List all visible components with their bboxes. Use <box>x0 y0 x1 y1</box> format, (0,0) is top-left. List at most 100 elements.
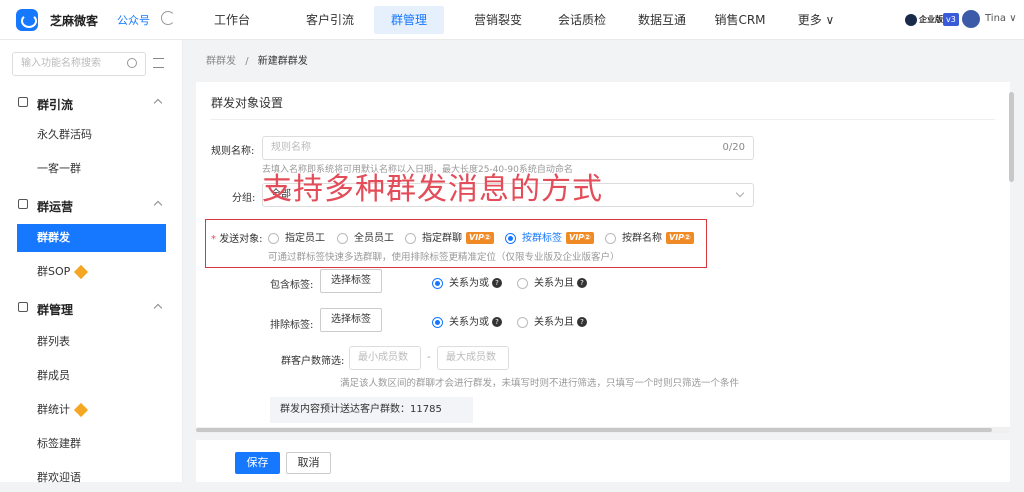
user-menu[interactable]: Tina ∨ <box>985 13 1017 24</box>
sidebar-item-group-list[interactable]: 群列表 <box>17 328 166 356</box>
option-label: 关系为或 <box>449 278 489 289</box>
main-nav: 工作台 客户引流 群管理 营销裂变 会话质检 数据互通 销售CRM 更多 ∨ <box>196 0 841 40</box>
radio-checked-icon <box>432 316 443 328</box>
estimate-box: 群发内容预计送达客户群数：11785 <box>270 397 473 423</box>
chevron-down-icon <box>735 188 745 198</box>
sidebar-item-tag-group[interactable]: 标签建群 <box>17 430 166 458</box>
sidebar-group-group-management[interactable]: 群管理 <box>0 293 183 323</box>
sidebar-group-label: 群管理 <box>37 303 74 317</box>
option-by-group-name[interactable]: 按群名称 VIP② <box>605 229 694 244</box>
search-icon[interactable] <box>127 58 137 68</box>
exclude-relation-and[interactable]: 关系为且? <box>517 313 587 328</box>
section-title: 群发对象设置 <box>211 96 284 110</box>
nav-more[interactable]: 更多 ∨ <box>791 0 841 40</box>
rule-name-input[interactable]: 规则名称 0/20 <box>262 136 754 160</box>
exclude-tag-label: 排除标签: <box>270 320 314 331</box>
option-label: 指定员工 <box>285 233 325 244</box>
option-label: 关系为且 <box>534 278 574 289</box>
radio-icon <box>337 232 348 244</box>
member-count-label: 群客户数筛选: <box>281 356 345 367</box>
send-target-label: * 发送对象: <box>211 230 263 245</box>
breadcrumb-separator: / <box>245 56 249 67</box>
search-input[interactable]: 输入功能名称搜索 <box>12 52 146 76</box>
option-specified-staff[interactable]: 指定员工 <box>268 229 325 244</box>
range-dash: - <box>427 352 431 363</box>
user-icon <box>18 97 28 107</box>
option-specified-group[interactable]: 指定群聊 VIP② <box>405 229 494 244</box>
nav-customer-acquisition[interactable]: 客户引流 <box>294 0 366 40</box>
collapse-sidebar-icon[interactable] <box>153 58 164 68</box>
radio-icon <box>268 232 279 244</box>
chevron-up-icon <box>153 98 163 108</box>
help-icon[interactable]: ? <box>577 317 587 327</box>
app-logo-icon <box>16 9 38 31</box>
scrollbar-thumb[interactable] <box>1009 92 1014 182</box>
nav-workbench[interactable]: 工作台 <box>196 0 268 40</box>
option-label: 全员员工 <box>354 233 394 244</box>
search-placeholder: 输入功能名称搜索 <box>21 58 101 69</box>
sidebar-item-group-stats[interactable]: 群统计 <box>17 396 166 424</box>
avatar[interactable] <box>962 10 980 28</box>
sidebar-group-label: 群引流 <box>37 98 74 112</box>
required-mark: * <box>211 234 216 245</box>
group-label: 分组: <box>232 193 256 204</box>
vip-badge: VIP② <box>466 232 494 244</box>
min-members-input[interactable]: 最小成员数 <box>349 346 421 370</box>
include-relation-or[interactable]: 关系为或? <box>432 274 502 289</box>
radio-icon <box>517 277 528 289</box>
rule-name-label: 规则名称: <box>211 146 255 157</box>
sidebar-item-one-customer-one-group[interactable]: 一客一群 <box>17 155 166 183</box>
vip-gem-icon <box>74 264 89 280</box>
scrollbar-thumb[interactable] <box>196 428 992 432</box>
radio-icon <box>517 316 528 328</box>
include-relation-and[interactable]: 关系为且? <box>517 274 587 289</box>
nav-session-qc[interactable]: 会话质检 <box>552 0 612 40</box>
sidebar-item-permanent-qrcode[interactable]: 永久群活码 <box>17 121 166 149</box>
cancel-button[interactable]: 取消 <box>286 452 331 474</box>
include-tag-label: 包含标签: <box>270 280 314 291</box>
sidebar-item-group-broadcast[interactable]: 群群发 <box>17 224 166 252</box>
top-bar: 芝麻微客 公众号 工作台 客户引流 群管理 营销裂变 会话质检 数据互通 销售C… <box>0 0 1024 40</box>
option-label: 按群标签 <box>522 233 562 244</box>
sidebar: 输入功能名称搜索 群引流 永久群活码 一客一群 群运营 群群发 群SOP 群管理… <box>0 40 183 484</box>
nav-sales-crm[interactable]: 销售CRM <box>709 0 771 40</box>
radio-checked-icon <box>432 277 443 289</box>
vip-badge: VIP② <box>666 232 694 244</box>
sidebar-item-group-members[interactable]: 群成员 <box>17 362 166 390</box>
save-button[interactable]: 保存 <box>235 452 280 474</box>
help-icon[interactable]: ? <box>492 317 502 327</box>
option-all-staff[interactable]: 全员员工 <box>337 229 394 244</box>
char-counter: 0/20 <box>722 142 745 153</box>
chevron-up-icon <box>153 200 163 210</box>
option-label: 按群名称 <box>622 233 662 244</box>
nav-data-sync[interactable]: 数据互通 <box>632 0 692 40</box>
nav-group-management[interactable]: 群管理 <box>374 6 444 34</box>
help-icon[interactable]: ? <box>492 278 502 288</box>
exclude-relation-or[interactable]: 关系为或? <box>432 313 502 328</box>
radio-icon <box>605 232 616 244</box>
nav-marketing-fission[interactable]: 营销裂变 <box>468 0 528 40</box>
sidebar-group-group-acquisition[interactable]: 群引流 <box>0 88 183 118</box>
sidebar-item-group-sop[interactable]: 群SOP <box>17 258 166 286</box>
account-switch-link[interactable]: 公众号 <box>117 12 150 28</box>
option-by-group-tag[interactable]: 按群标签 VIP② <box>505 229 594 244</box>
group-manage-icon <box>18 302 28 312</box>
exclude-tag-select-button[interactable]: 选择标签 <box>320 308 382 332</box>
promo-overlay-text: 支持多种群发消息的方式 <box>262 172 603 207</box>
include-tag-select-button[interactable]: 选择标签 <box>320 269 382 293</box>
horizontal-scrollbar[interactable] <box>196 427 1010 433</box>
theme-toggle-icon[interactable] <box>161 11 175 25</box>
sidebar-group-group-operation[interactable]: 群运营 <box>0 190 183 220</box>
chevron-up-icon <box>153 303 163 313</box>
sidebar-item-label: 群统计 <box>37 403 70 416</box>
vip-badge: VIP② <box>566 232 594 244</box>
radio-checked-icon <box>505 232 516 244</box>
option-label: 关系为或 <box>449 317 489 328</box>
sidebar-item-group-welcome[interactable]: 群欢迎语 <box>17 464 166 492</box>
help-icon[interactable]: ? <box>577 278 587 288</box>
vertical-scrollbar[interactable] <box>1009 82 1015 427</box>
member-count-hint: 满足该人数区间的群聊才会进行群发，未填写时则不进行筛选，只填写一个时则只筛选一个… <box>340 378 740 389</box>
max-members-input[interactable]: 最大成员数 <box>437 346 509 370</box>
breadcrumb-parent[interactable]: 群群发 <box>206 56 236 67</box>
option-label: 指定群聊 <box>422 233 462 244</box>
